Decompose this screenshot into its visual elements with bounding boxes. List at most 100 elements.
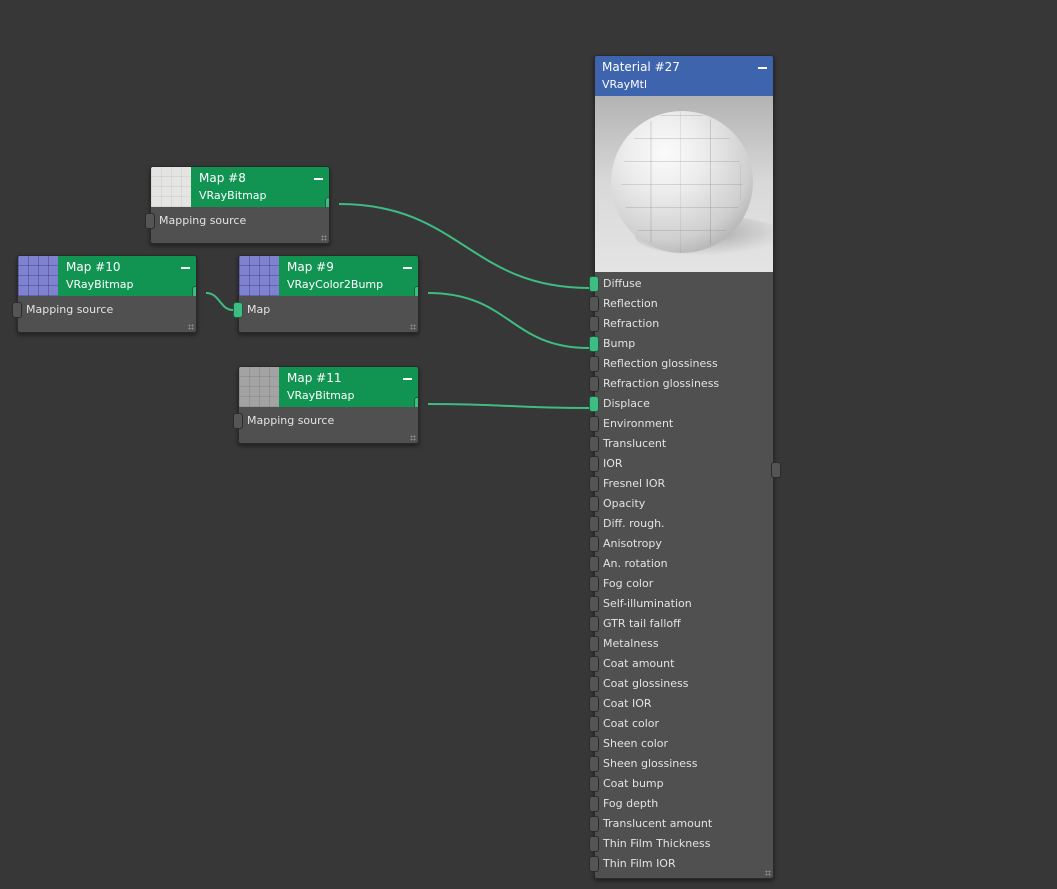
minimize-icon[interactable] [181,267,190,269]
material-input-row: Refraction [589,314,773,334]
input-label: IOR [603,457,623,470]
node-header[interactable]: Material #27 VRayMtl [595,56,773,96]
input-socket[interactable] [589,636,599,652]
input-socket[interactable] [589,616,599,632]
input-label: Sheen color [603,737,669,750]
material-input-row: Translucent [589,434,773,454]
material-input-row: Thin Film Thickness [589,834,773,854]
node-header[interactable]: Map #9 VRayColor2Bump [239,256,418,296]
input-socket[interactable] [12,302,22,318]
minimize-icon[interactable] [758,67,767,69]
input-label: An. rotation [603,557,668,570]
input-socket[interactable] [589,316,599,332]
input-socket[interactable] [589,336,599,352]
input-socket[interactable] [589,536,599,552]
material-output-socket[interactable] [771,462,781,478]
input-label: Map [247,303,271,316]
node-material-27[interactable]: Material #27 VRayMtl Diffuse Reflection Re… [589,55,781,879]
material-input-row: Reflection glossiness [589,354,773,374]
input-socket[interactable] [589,296,599,312]
input-label: Self-illumination [603,597,692,610]
input-label: Metalness [603,637,659,650]
resize-grip-icon[interactable] [410,435,416,441]
input-socket[interactable] [589,276,599,292]
input-label: Thin Film IOR [603,857,676,870]
resize-grip-icon[interactable] [410,324,416,330]
node-body: Mapping source [233,407,418,443]
resize-grip-icon[interactable] [321,235,327,241]
input-socket[interactable] [589,496,599,512]
input-socket[interactable] [233,413,243,429]
resize-grip-icon[interactable] [765,870,771,876]
input-socket[interactable] [589,836,599,852]
node-map-9[interactable]: Map #9 VRayColor2Bump Map [233,255,419,333]
material-input-row: An. rotation [589,554,773,574]
input-socket[interactable] [589,796,599,812]
input-socket[interactable] [589,436,599,452]
input-socket[interactable] [589,756,599,772]
input-socket[interactable] [589,476,599,492]
input-label: Diff. rough. [603,517,665,530]
node-header[interactable]: Map #11 VRayBitmap [239,367,418,407]
node-map-10[interactable]: Map #10 VRayBitmap Mapping source [12,255,197,333]
input-socket[interactable] [589,516,599,532]
input-row-mapping-source: Mapping source [12,300,196,320]
input-socket[interactable] [589,596,599,612]
minimize-icon[interactable] [314,178,323,180]
input-label: Fog color [603,577,654,590]
input-socket[interactable] [233,302,243,318]
input-socket[interactable] [589,396,599,412]
node-header[interactable]: Map #8 VRayBitmap [151,167,329,207]
input-socket[interactable] [589,716,599,732]
input-label: Displace [603,397,650,410]
input-socket[interactable] [589,356,599,372]
output-socket[interactable] [414,397,418,407]
input-socket[interactable] [589,376,599,392]
node-header[interactable]: Map #10 VRayBitmap [18,256,196,296]
input-row-mapping-source: Mapping source [145,211,329,231]
material-input-row: Fog depth [589,794,773,814]
material-input-row: Metalness [589,634,773,654]
material-input-row: Anisotropy [589,534,773,554]
input-socket[interactable] [589,416,599,432]
input-label: Reflection glossiness [603,357,718,370]
output-socket[interactable] [325,197,329,207]
material-input-row: Sheen color [589,734,773,754]
input-socket[interactable] [589,676,599,692]
minimize-icon[interactable] [403,267,412,269]
minimize-icon[interactable] [403,378,412,380]
input-label: Bump [603,337,636,350]
input-label: Diffuse [603,277,642,290]
output-socket[interactable] [414,286,418,296]
input-label: Mapping source [26,303,114,316]
input-socket[interactable] [589,816,599,832]
input-socket[interactable] [589,456,599,472]
node-type: VRayBitmap [199,189,267,202]
material-input-row: Coat amount [589,654,773,674]
node-map-8[interactable]: Map #8 VRayBitmap Mapping source [145,166,330,244]
node-title: Material #27 [602,60,680,74]
material-input-row: Coat bump [589,774,773,794]
input-label: Coat amount [603,657,675,670]
wire-map11-to-displace [427,403,590,409]
resize-grip-icon[interactable] [188,324,194,330]
wire-map9-to-bump [427,292,590,349]
input-label: Sheen glossiness [603,757,698,770]
input-socket[interactable] [589,576,599,592]
preview-sphere [611,111,753,253]
input-label: Translucent [603,437,667,450]
input-label: Mapping source [247,414,335,427]
output-socket[interactable] [192,286,196,296]
material-input-row: GTR tail falloff [589,614,773,634]
node-type: VRayColor2Bump [287,278,384,291]
input-socket[interactable] [589,696,599,712]
input-socket[interactable] [589,556,599,572]
material-input-row: Reflection [589,294,773,314]
input-socket[interactable] [589,736,599,752]
input-socket[interactable] [589,856,599,872]
input-socket[interactable] [589,776,599,792]
input-socket[interactable] [589,656,599,672]
node-map-11[interactable]: Map #11 VRayBitmap Mapping source [233,366,419,444]
wire-map10-to-map9 [205,292,234,311]
input-socket[interactable] [145,213,155,229]
